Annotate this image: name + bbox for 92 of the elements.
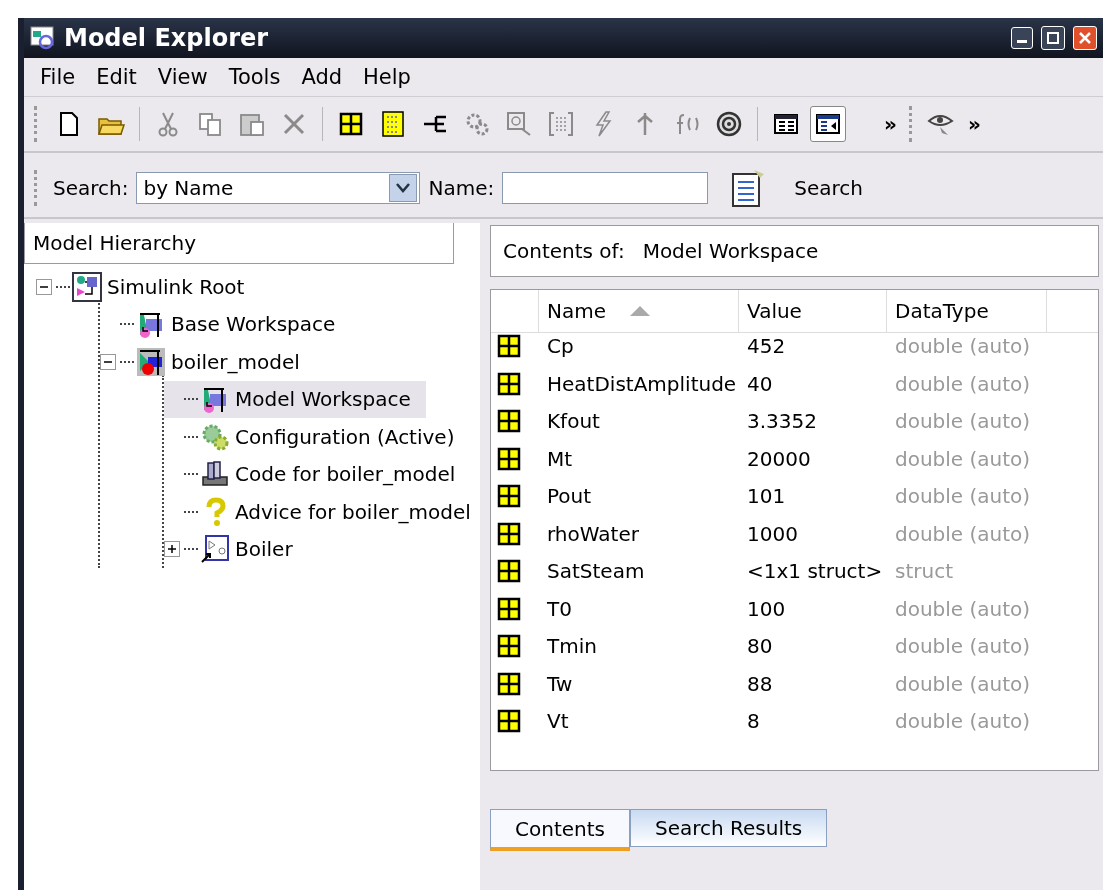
- table-cell-text: double (auto): [894, 595, 1032, 623]
- table-cell-text: SatSteam: [546, 558, 646, 586]
- tree-item[interactable]: Code for boiler_model: [164, 455, 480, 493]
- table-cell-text: double (auto): [894, 333, 1032, 361]
- pane-header: Model Hierarchy: [24, 223, 454, 264]
- table-cell-text: <1x1 struct>: [746, 558, 884, 586]
- table-cell-text: rhoWater: [546, 520, 640, 548]
- tree-item[interactable]: Advice for boiler_model: [164, 493, 480, 531]
- search-mode-dropdown[interactable]: by Name: [136, 172, 421, 204]
- model-icon: [72, 271, 102, 302]
- table-cell-text: 1000: [746, 520, 799, 548]
- app-icon: [30, 25, 56, 51]
- column-header[interactable]: Value: [739, 290, 887, 333]
- variable-icon: [497, 484, 521, 509]
- maximize-button[interactable]: [1041, 26, 1065, 50]
- tree-item[interactable]: Model Workspace: [164, 380, 426, 418]
- chevron-down-icon: [396, 183, 411, 193]
- minimize-icon: [1017, 40, 1027, 43]
- table-cell-text: 452: [746, 333, 787, 361]
- contents-value: Model Workspace: [642, 239, 819, 263]
- window-title: Model Explorer: [64, 24, 270, 52]
- table-cell-text: Tw: [546, 670, 574, 698]
- search-button[interactable]: Search: [784, 176, 873, 200]
- variable-icon: [497, 596, 521, 621]
- variable-icon: [497, 371, 521, 396]
- column-header[interactable]: Name: [539, 290, 739, 333]
- menu-item[interactable]: File: [32, 65, 89, 89]
- variable-icon: [497, 521, 521, 546]
- table-cell-text: 8: [746, 708, 761, 736]
- search-label: Search:: [53, 176, 129, 200]
- table-cell-text: 100: [746, 595, 787, 623]
- table-cell-text: Cp: [546, 333, 575, 361]
- tree-item[interactable]: Simulink Root: [36, 268, 480, 306]
- table-cell-text: double (auto): [894, 408, 1032, 436]
- table-cell-text: 88: [746, 670, 774, 698]
- table-cell-text: double (auto): [894, 370, 1032, 398]
- table-cell-text: 101: [746, 483, 787, 511]
- menu-item[interactable]: Tools: [220, 65, 294, 89]
- table-cell-text: 3.3352: [746, 408, 818, 436]
- variable-icon: [497, 709, 521, 734]
- menu-item[interactable]: Edit: [88, 65, 150, 89]
- minimize-button[interactable]: [1011, 27, 1033, 49]
- table-cell-text: HeatDistAmplitude: [546, 370, 738, 398]
- contents-label: Contents of:: [503, 239, 625, 263]
- table-cell-text: double (auto): [894, 670, 1032, 698]
- table-cell-text: Kfout: [546, 408, 601, 436]
- variable-icon: [497, 559, 521, 584]
- tab[interactable]: Contents: [490, 809, 630, 851]
- notepad-icon[interactable]: [730, 168, 767, 208]
- table-cell-text: double (auto): [894, 520, 1032, 548]
- expand-icon[interactable]: [164, 541, 180, 558]
- table-cell-text: Pout: [546, 483, 593, 511]
- table-cell-text: 80: [746, 633, 774, 661]
- table-cell-text: double (auto): [894, 708, 1032, 736]
- table-cell-text: Vt: [546, 708, 570, 736]
- table-cell-text: Mt: [546, 445, 574, 473]
- target-icon[interactable]: [714, 109, 744, 139]
- table-cell-text: double (auto): [894, 483, 1032, 511]
- name-field[interactable]: [502, 172, 709, 204]
- maximize-icon: [1047, 32, 1059, 44]
- menu-item[interactable]: View: [149, 65, 221, 89]
- overflow-chevron[interactable]: »: [961, 112, 987, 136]
- table-cell-text: Tmin: [546, 633, 598, 661]
- close-button[interactable]: [1073, 26, 1097, 50]
- table-cell-text: T0: [546, 595, 573, 623]
- column-header[interactable]: DataType: [887, 290, 1047, 333]
- overflow-chevron[interactable]: »: [878, 112, 903, 136]
- variable-icon: [497, 446, 521, 471]
- table-cell-text: struct: [894, 558, 954, 586]
- table-cell-text: 20000: [746, 445, 812, 473]
- close-icon: [1079, 32, 1091, 44]
- table-cell-text: double (auto): [894, 445, 1032, 473]
- variable-icon: [497, 671, 521, 696]
- collapse-icon[interactable]: [36, 278, 52, 295]
- variable-icon: [497, 334, 521, 359]
- collapse-icon[interactable]: [100, 353, 116, 370]
- variable-icon: [497, 634, 521, 659]
- variable-icon: [339, 112, 363, 136]
- model-icon: [136, 346, 166, 377]
- table-cell-text: 40: [746, 370, 774, 398]
- sort-ascending-icon: [630, 306, 650, 316]
- tree-item[interactable]: Configuration (Active): [164, 418, 480, 456]
- variable-icon: [497, 409, 521, 434]
- tab[interactable]: Search Results: [629, 809, 828, 847]
- menu-item[interactable]: Add: [293, 65, 356, 89]
- menu-item[interactable]: Help: [355, 65, 424, 89]
- tree-item[interactable]: Boiler: [164, 530, 480, 568]
- table-cell-text: double (auto): [894, 633, 1032, 661]
- tree-item[interactable]: boiler_model: [100, 343, 480, 381]
- subsystem-icon: [200, 534, 230, 565]
- name-label: Name:: [428, 176, 495, 200]
- tree-item[interactable]: Base Workspace: [100, 305, 480, 343]
